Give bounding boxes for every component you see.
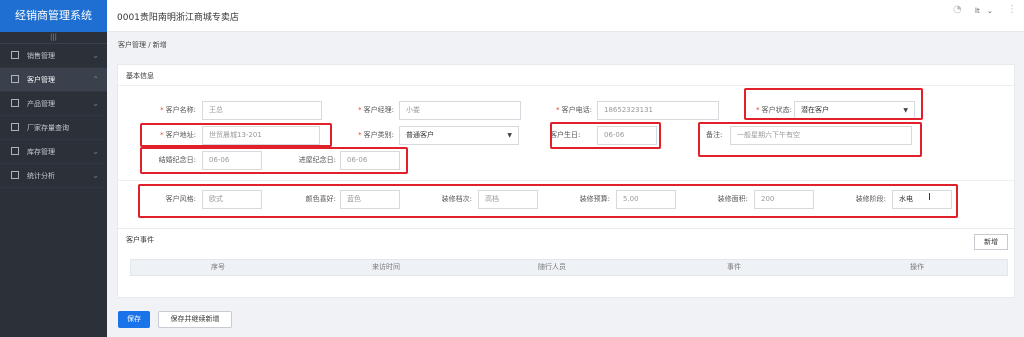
chevron-down-icon: ⌄ [92,171,99,180]
column-header: 序号 [211,263,225,271]
divider [118,180,1014,181]
customer-type-select[interactable]: 普通客户 ▼ [399,126,519,145]
color-preference-label: 颜色喜好: [305,195,336,203]
top-bar: 0001贵阳南明浙江商城专卖店 ◔ lt ⌄ ⋮ [107,0,1024,32]
customer-phone-label: 客户电话: [561,106,592,114]
customer-events-panel: 客户事件 新增 序号 来访时间 随行人员 事件 操作 [117,228,1015,298]
decoration-budget-input[interactable]: 5.00 [616,190,676,209]
edit-icon [11,147,19,155]
customer-type-label: 客户类别: [363,131,394,139]
customer-address-input[interactable]: 世贸晨城13-201 [202,126,320,145]
edit-icon [11,75,19,83]
sidebar-item-customers[interactable]: 客户管理 ⌃ [0,68,107,92]
customer-status-value: 潜在客户 [801,106,829,114]
edit-icon [11,171,19,179]
sidebar-item-label: 客户管理 [27,76,55,84]
decoration-area-input[interactable]: 200 [754,190,814,209]
customer-status-label: 客户状态: [761,106,792,114]
color-preference-input[interactable]: 蓝色 [340,190,400,209]
section-title: 基本信息 [126,72,154,80]
customer-type-value: 普通客户 [406,131,434,139]
movein-anniversary-input[interactable]: 06-06 [340,151,400,170]
wedding-anniversary-input[interactable]: 06-06 [202,151,262,170]
decoration-budget-label: 装修预算: [579,195,610,203]
sidebar-item-label: 厂家存量查询 [27,124,69,132]
save-and-continue-button[interactable]: 保存并继续新增 [158,311,232,328]
column-header: 来访时间 [372,263,400,271]
sidebar-item-label: 统计分析 [27,172,55,180]
sidebar-collapse-toggle[interactable]: ||| [0,32,107,44]
column-header: 事件 [727,263,741,271]
customer-phone-input[interactable]: 18652323131 [597,101,719,120]
decoration-grade-label: 装修档次: [441,195,472,203]
breadcrumb: 客户管理 / 新增 [118,41,167,49]
decoration-area-label: 装修面积: [717,195,748,203]
decoration-stage-label: 装修阶段: [855,195,886,203]
column-header: 随行人员 [538,263,566,271]
customer-manager-label: 客户经理: [363,106,394,114]
chevron-up-icon: ⌃ [92,75,99,84]
sidebar-item-products[interactable]: 产品管理 ⌄ [0,92,107,116]
decoration-grade-input[interactable]: 高档 [478,190,538,209]
movein-anniversary-label: 进屋纪念日: [298,156,336,164]
user-avatar-icon[interactable]: ◔ [953,4,962,15]
chevron-down-icon: ⌄ [92,99,99,108]
remark-label: 备注: [706,131,723,139]
save-button[interactable]: 保存 [118,311,150,328]
folder-icon [11,99,19,107]
sidebar-item-label: 库存管理 [27,148,55,156]
caret-down-icon: ▼ [507,132,512,139]
remark-input[interactable]: 一般星期六下午有空 [730,126,912,145]
chevron-down-icon: ⌄ [92,51,99,60]
edit-icon [11,123,19,131]
style-label: 客户风格: [165,195,196,203]
add-event-button[interactable]: 新增 [974,234,1008,250]
sidebar-item-inventory[interactable]: 库存管理 ⌄ [0,140,107,164]
customer-name-input[interactable]: 王总 [202,101,322,120]
style-input[interactable]: 欧式 [202,190,262,209]
sidebar-item-sales[interactable]: 销售管理 ⌄ [0,44,107,68]
events-table-header: 序号 来访时间 随行人员 事件 操作 [130,259,1008,276]
store-name: 0001贵阳南明浙江商城专卖店 [117,13,239,23]
decoration-stage-input[interactable]: 水电 [892,190,952,209]
divider [118,85,1014,86]
sidebar: 经销商管理系统 ||| 销售管理 ⌄ 客户管理 ⌃ 产品管理 ⌄ 厂家存量查询 … [0,0,107,337]
customer-birthday-input[interactable]: 06-06 [597,126,657,145]
edit-icon [11,51,19,59]
sidebar-item-label: 销售管理 [27,52,55,60]
text-cursor-icon: I [928,192,931,203]
sidebar-item-label: 产品管理 [27,100,55,108]
caret-down-icon: ▼ [903,107,908,114]
section-title: 客户事件 [126,236,154,244]
customer-birthday-label: 客户生日: [550,131,581,139]
chevron-down-icon[interactable]: ⌄ [987,7,993,15]
chevron-down-icon: ⌄ [92,147,99,156]
customer-address-label: 客户地址: [165,131,196,139]
wedding-anniversary-label: 结婚纪念日: [158,156,196,164]
column-header: 操作 [910,263,924,271]
customer-status-select[interactable]: 潜在客户 ▼ [794,101,915,120]
sidebar-item-statistics[interactable]: 统计分析 ⌄ [0,164,107,188]
user-name[interactable]: lt [975,7,980,15]
more-icon[interactable]: ⋮ [1007,4,1017,15]
customer-manager-input[interactable]: 小娄 [399,101,521,120]
customer-name-label: 客户名称: [165,106,196,114]
app-title: 经销商管理系统 [0,0,107,32]
sidebar-item-factory-stock[interactable]: 厂家存量查询 [0,116,107,140]
basic-info-panel: 基本信息 * 客户名称: 王总 * 客户经理: 小娄 * 客户电话: 18652323… [117,64,1015,235]
